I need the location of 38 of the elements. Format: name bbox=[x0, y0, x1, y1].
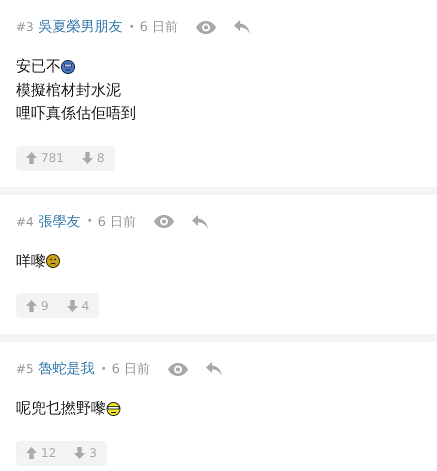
post-text: 呢兜乜撚野嚟 bbox=[16, 398, 106, 419]
face-emoticon-icon bbox=[61, 60, 75, 74]
post-text: 安已不 bbox=[16, 56, 61, 77]
post-number: #5 bbox=[16, 362, 34, 376]
author-link[interactable]: 吳夏榮男朋友 bbox=[38, 18, 123, 36]
sunglasses-emoticon-icon bbox=[106, 402, 121, 416]
down-arrow-icon bbox=[82, 152, 93, 164]
up-arrow-icon bbox=[26, 152, 37, 164]
down-arrow-icon bbox=[66, 300, 78, 312]
dot-separator: • bbox=[86, 216, 93, 227]
author-link[interactable]: 張學友 bbox=[38, 212, 81, 230]
upvote-button[interactable]: 781 bbox=[22, 151, 68, 165]
post-text: 模擬棺材封水泥 bbox=[16, 80, 121, 100]
post-time: 6 日前 bbox=[112, 361, 150, 378]
dot-separator: • bbox=[100, 364, 107, 374]
post-number: #4 bbox=[16, 214, 34, 228]
post-text: 哩吓真係估佢唔到 bbox=[16, 103, 136, 124]
post-number: #3 bbox=[16, 20, 34, 34]
up-arrow-icon bbox=[26, 447, 37, 459]
post-time: 6 日前 bbox=[98, 214, 136, 230]
downvote-button[interactable]: 8 bbox=[78, 151, 109, 165]
post-time: 6 日前 bbox=[140, 19, 178, 36]
eye-icon[interactable] bbox=[168, 362, 188, 376]
reply-icon[interactable] bbox=[192, 214, 208, 228]
down-arrow-icon bbox=[74, 447, 86, 459]
up-arrow-icon bbox=[26, 300, 37, 312]
upvote-button[interactable]: 9 bbox=[22, 298, 53, 312]
eye-icon[interactable] bbox=[154, 215, 174, 228]
reply-icon[interactable] bbox=[234, 20, 250, 34]
upvote-button[interactable]: 12 bbox=[22, 446, 60, 460]
author-link[interactable]: 魯蛇是我 bbox=[38, 360, 95, 378]
post-text: 咩嚟 bbox=[16, 250, 46, 272]
reply-icon[interactable] bbox=[206, 362, 222, 376]
dot-separator: • bbox=[128, 22, 135, 32]
downvote-button[interactable]: 3 bbox=[70, 446, 101, 460]
eye-icon[interactable] bbox=[196, 20, 216, 34]
downvote-button[interactable]: 4 bbox=[62, 298, 94, 312]
frown-emoticon-icon bbox=[46, 254, 60, 268]
